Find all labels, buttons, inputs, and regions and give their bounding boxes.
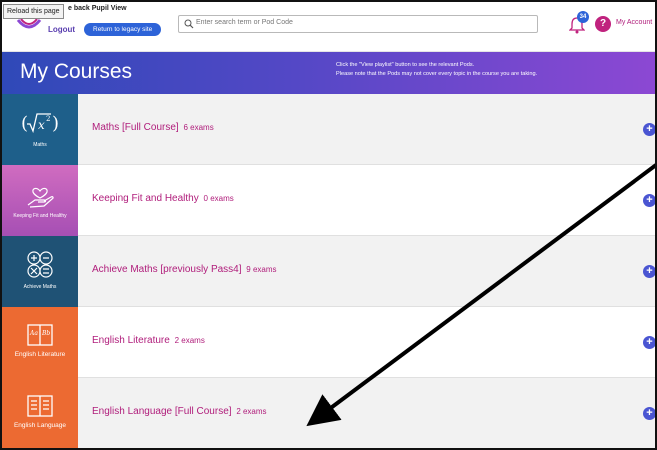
reload-tooltip: Reload this page <box>3 4 64 19</box>
page-header-banner: My Courses Click the "View playlist" but… <box>2 52 655 94</box>
welcome-text: e back Pupil View <box>68 5 127 12</box>
course-row-maths[interactable]: ( x 2 ) Maths Maths [Full Course] 6 exam… <box>2 94 655 165</box>
exam-count: 2 exams <box>236 407 267 416</box>
search-placeholder: Enter search term or Pod Code <box>196 19 293 26</box>
expand-course-button[interactable]: + <box>643 194 655 207</box>
square-root-icon: ( x 2 ) <box>21 113 59 134</box>
course-name: Maths [Full Course] <box>92 122 179 133</box>
notification-count-badge: 34 <box>577 11 589 23</box>
open-book-icon: Aa Bb <box>27 324 53 346</box>
course-tile-label: Keeping Fit and Healthy <box>13 213 67 219</box>
course-tile: Aa Bb English Literature <box>2 307 78 378</box>
exam-count: 2 exams <box>174 336 205 345</box>
course-name: English Literature <box>92 335 170 346</box>
heart-hand-icon <box>27 187 54 208</box>
search-input[interactable]: Enter search term or Pod Code <box>178 15 538 33</box>
return-to-legacy-button[interactable]: Return to legacy site <box>84 23 162 36</box>
course-tile: Keeping Fit and Healthy <box>2 165 78 236</box>
course-tile-label: Maths <box>33 142 47 148</box>
course-name: Keeping Fit and Healthy <box>92 193 199 204</box>
course-list: ( x 2 ) Maths Maths [Full Course] 6 exam… <box>2 94 655 448</box>
course-tile: ( x 2 ) Maths <box>2 94 78 165</box>
playlist-note-line-2: Please note that the Pods may not cover … <box>336 71 538 77</box>
course-row-english-language[interactable]: English Language English Language [Full … <box>2 378 655 448</box>
playlist-note-line-1: Click the "View playlist" button to see … <box>336 62 475 68</box>
exam-count: 6 exams <box>183 123 214 132</box>
course-name: English Language [Full Course] <box>92 406 232 417</box>
expand-course-button[interactable]: + <box>643 123 655 136</box>
svg-text:x: x <box>38 118 45 132</box>
page-title: My Courses <box>20 60 133 83</box>
expand-course-button[interactable]: + <box>643 265 655 278</box>
math-operators-icon <box>27 251 53 278</box>
my-account-link[interactable]: My Account <box>616 19 652 26</box>
text-book-icon <box>27 395 53 417</box>
course-row-achieve-maths[interactable]: Achieve Maths Achieve Maths [previously … <box>2 236 655 307</box>
course-name: Achieve Maths [previously Pass4] <box>92 264 242 275</box>
course-tile-label: English Language <box>13 422 67 429</box>
help-icon[interactable]: ? <box>595 16 611 32</box>
search-icon <box>184 19 194 29</box>
svg-text:Aa: Aa <box>29 330 38 337</box>
course-title[interactable]: Achieve Maths [previously Pass4] 9 exams <box>92 264 277 275</box>
course-title[interactable]: English Language [Full Course] 2 exams <box>92 406 267 417</box>
svg-text:Bb: Bb <box>41 330 50 337</box>
course-title[interactable]: English Literature 2 exams <box>92 335 205 346</box>
course-tile: English Language <box>2 378 78 448</box>
top-bar: e back Pupil View Reload this page Logou… <box>2 2 655 52</box>
course-row-english-literature[interactable]: Aa Bb English Literature English Literat… <box>2 307 655 378</box>
exam-count: 0 exams <box>203 194 234 203</box>
course-tile-label: English Literature <box>14 351 66 358</box>
exam-count: 9 exams <box>246 265 277 274</box>
course-row-keeping-fit[interactable]: Keeping Fit and Healthy Keeping Fit and … <box>2 165 655 236</box>
svg-text:): ) <box>52 113 59 134</box>
course-tile-label: Achieve Maths <box>23 284 57 290</box>
app-frame: e back Pupil View Reload this page Logou… <box>0 0 657 450</box>
expand-course-button[interactable]: + <box>643 407 655 420</box>
course-tile: Achieve Maths <box>2 236 78 307</box>
svg-text:2: 2 <box>46 115 50 123</box>
course-title[interactable]: Keeping Fit and Healthy 0 exams <box>92 193 234 204</box>
course-title[interactable]: Maths [Full Course] 6 exams <box>92 122 214 133</box>
playlist-note: Click the "View playlist" button to see … <box>336 61 537 79</box>
expand-course-button[interactable]: + <box>643 336 655 349</box>
svg-text:(: ( <box>21 113 28 134</box>
logout-link[interactable]: Logout <box>48 25 75 34</box>
